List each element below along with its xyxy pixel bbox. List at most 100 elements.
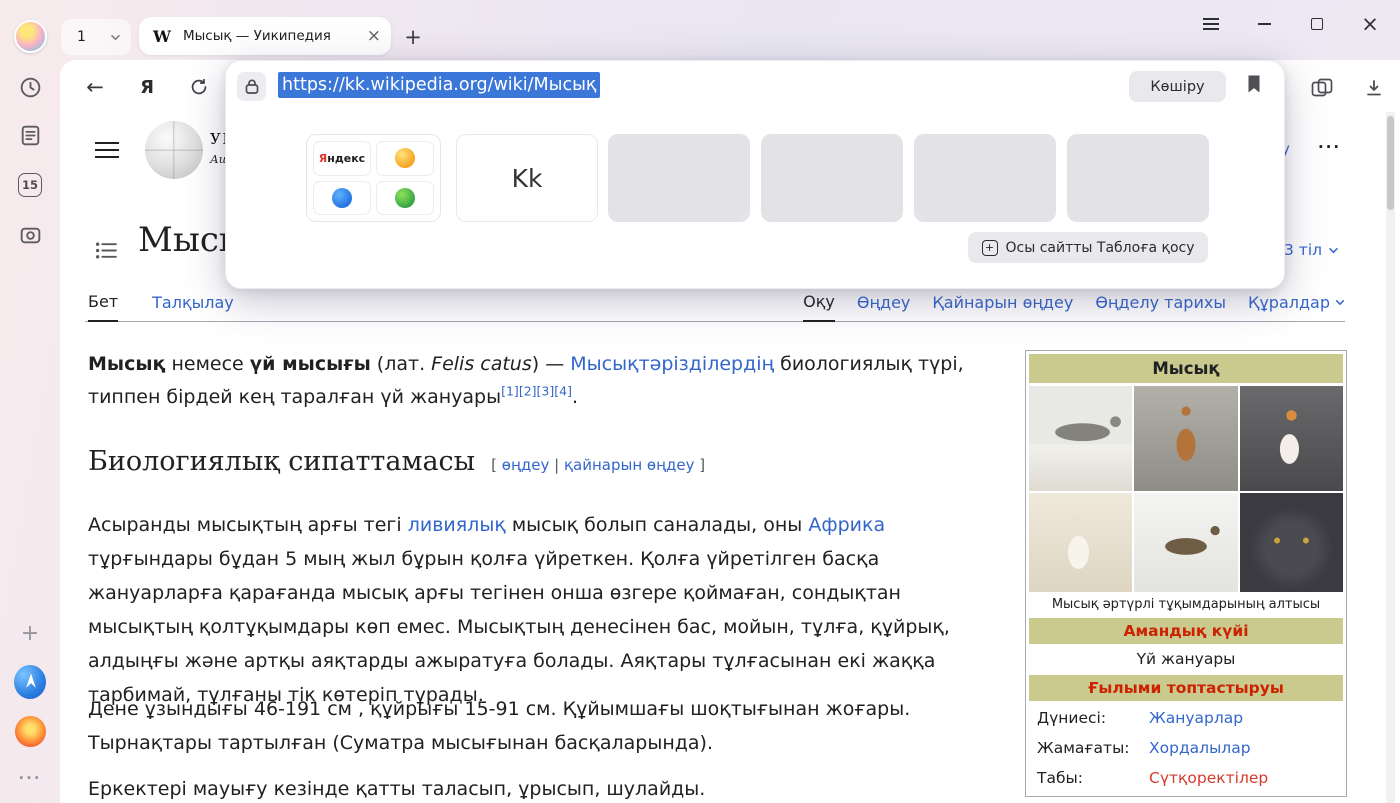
sidebar-add-button[interactable]: +: [14, 617, 46, 649]
link-felidae[interactable]: Мысықтәрізділердің: [570, 353, 774, 375]
infobox-title: Мысық: [1029, 354, 1343, 383]
ref-link[interactable]: [4]: [554, 384, 572, 399]
add-to-tablo-label: Осы сайтты Таблоға қосу: [1006, 240, 1195, 256]
tab-read[interactable]: Оқу: [803, 292, 835, 322]
yandex-services-tile[interactable]: Яндекс: [306, 134, 441, 222]
edit-link[interactable]: өңдеу: [502, 456, 550, 474]
infobox-taxonomy-header[interactable]: Ғылыми топтастыруы: [1029, 675, 1343, 701]
latin-name: Felis catus: [431, 353, 532, 375]
maximize-button[interactable]: [1299, 6, 1335, 42]
cat-photo-6[interactable]: [1240, 493, 1343, 592]
feed-button[interactable]: [14, 119, 46, 151]
empty-tile: [761, 134, 903, 222]
orange-app-icon: [15, 716, 46, 747]
infobox-image-grid: [1029, 386, 1343, 592]
infobox-taxonomy-rows: Дүниесі: Жануарлар Жамағаты: Хордалылар …: [1029, 703, 1343, 793]
clock-icon: [18, 75, 43, 100]
taxonomy-label: Дүниесі:: [1037, 709, 1149, 727]
service-cell[interactable]: [376, 181, 434, 216]
tab-tools[interactable]: Құралдар: [1248, 293, 1345, 321]
tab-title: Мысық — Уикипедия: [183, 28, 359, 44]
infobox-status-header[interactable]: Амандық күйі: [1029, 618, 1343, 644]
lead-paragraph: Мысық немесе үй мысығы (лат. Felis catus…: [88, 348, 976, 414]
browser-menu-button[interactable]: [1193, 6, 1229, 42]
active-tab[interactable]: W Мысық — Уикипедия ×: [139, 17, 391, 55]
plus-icon: +: [21, 621, 39, 646]
tab-groups-icon: [1311, 78, 1333, 98]
site-tile-kk[interactable]: Kk: [456, 134, 598, 222]
tabs-list-button[interactable]: 15: [14, 169, 46, 201]
orange-app-button[interactable]: [14, 715, 46, 747]
cat-photo-2[interactable]: [1134, 386, 1237, 491]
taxonomy-value-link[interactable]: Сүтқоректілер: [1149, 769, 1268, 787]
language-switcher[interactable]: 3 тіл: [1284, 241, 1339, 259]
close-window-button[interactable]: ×: [1352, 6, 1388, 42]
taxonomy-value-link[interactable]: Жануарлар: [1149, 709, 1243, 727]
yandex-service-cell[interactable]: Яндекс: [313, 141, 371, 176]
cat-photo-1[interactable]: [1029, 386, 1132, 491]
downloads-button[interactable]: [1357, 71, 1391, 105]
cat-photo-4[interactable]: [1029, 493, 1132, 592]
link-libyan-cat[interactable]: ливиялық: [408, 514, 506, 536]
document-icon: [18, 123, 43, 148]
chevron-down-icon: [1335, 299, 1345, 306]
tab-close-icon[interactable]: ×: [367, 28, 381, 45]
tab-talk[interactable]: Талқылау: [152, 293, 234, 321]
ref-link[interactable]: [3]: [537, 384, 555, 399]
minimize-button[interactable]: [1246, 6, 1282, 42]
tab-edit-source[interactable]: Қайнарын өңдеу: [932, 293, 1073, 321]
window-controls: ×: [1193, 6, 1388, 42]
site-security-button[interactable]: [237, 72, 266, 101]
wiki-hamburger-icon[interactable]: [95, 142, 119, 144]
header-more-icon[interactable]: ···: [1318, 138, 1341, 156]
copy-url-button[interactable]: Көшіру: [1129, 71, 1226, 102]
infobox-caption: Мысық әртүрлі тұқымдарының алтысы: [1029, 592, 1343, 616]
yandex-logo: Яндекс: [319, 152, 365, 165]
back-button[interactable]: ←: [78, 70, 112, 104]
cat-photo-5[interactable]: [1134, 493, 1237, 592]
body-paragraph: Еркектері мауығу кезінде қатты таласып, …: [88, 772, 1006, 803]
tab-history[interactable]: Өңделу тарихы: [1095, 293, 1226, 321]
sidebar-more-button[interactable]: ···: [14, 762, 46, 794]
back-arrow-icon: ←: [86, 75, 104, 99]
tab-edit[interactable]: Өңдеу: [857, 293, 911, 321]
empty-tile: [608, 134, 750, 222]
chevron-down-icon: [1328, 247, 1339, 254]
ellipsis-icon: ···: [18, 769, 41, 787]
chevron-down-icon: [110, 34, 121, 41]
cat-photo-3[interactable]: [1240, 386, 1343, 491]
contents-list-icon[interactable]: [95, 241, 118, 264]
tab-count-label: 1: [77, 29, 86, 45]
url-input[interactable]: https://kk.wikipedia.org/wiki/Мысық: [278, 72, 600, 98]
wikipedia-logo[interactable]: [145, 121, 203, 179]
profile-avatar[interactable]: [14, 20, 47, 53]
close-icon: ×: [1361, 14, 1379, 35]
reload-button[interactable]: [182, 70, 216, 104]
scrollbar-thumb[interactable]: [1387, 116, 1394, 210]
new-tab-button[interactable]: +: [398, 22, 428, 52]
ref-link[interactable]: [1]: [501, 384, 519, 399]
ref-link[interactable]: [2]: [519, 384, 537, 399]
yandex-search-button[interactable]: Я: [130, 70, 164, 104]
yandex-letter-icon: Я: [140, 77, 154, 98]
add-tile-icon: +: [982, 240, 998, 256]
tab-article[interactable]: Бет: [88, 292, 118, 322]
body-paragraph: Дене ұзындығы 46-191 см , құйрығы 15-91 …: [88, 692, 1006, 760]
service-cell[interactable]: [376, 141, 434, 176]
tab-bar: 1 W Мысық — Уикипедия × + ×: [0, 0, 1400, 60]
history-button[interactable]: [14, 71, 46, 103]
section-edit-links: [ өңдеу | қайнарын өңдеу ]: [491, 456, 705, 474]
language-count-label: 3 тіл: [1284, 241, 1322, 259]
edit-source-link[interactable]: қайнарын өңдеу: [564, 456, 695, 474]
add-to-tablo-button[interactable]: + Осы сайтты Таблоға қосу: [968, 232, 1208, 263]
section-heading: Биологиялық сипаттамасы: [88, 446, 475, 477]
service-cell[interactable]: [313, 181, 371, 216]
tab-groups-button[interactable]: [1305, 71, 1339, 105]
yandex-browser-button[interactable]: [14, 666, 46, 698]
tab-counter-button[interactable]: 1: [61, 19, 131, 55]
sidebar: 15 + ···: [0, 60, 60, 803]
screenshot-button[interactable]: [14, 219, 46, 251]
taxonomy-value-link[interactable]: Хордалылар: [1149, 739, 1251, 757]
bookmark-button[interactable]: [1246, 74, 1262, 98]
link-africa[interactable]: Африка: [808, 514, 885, 536]
